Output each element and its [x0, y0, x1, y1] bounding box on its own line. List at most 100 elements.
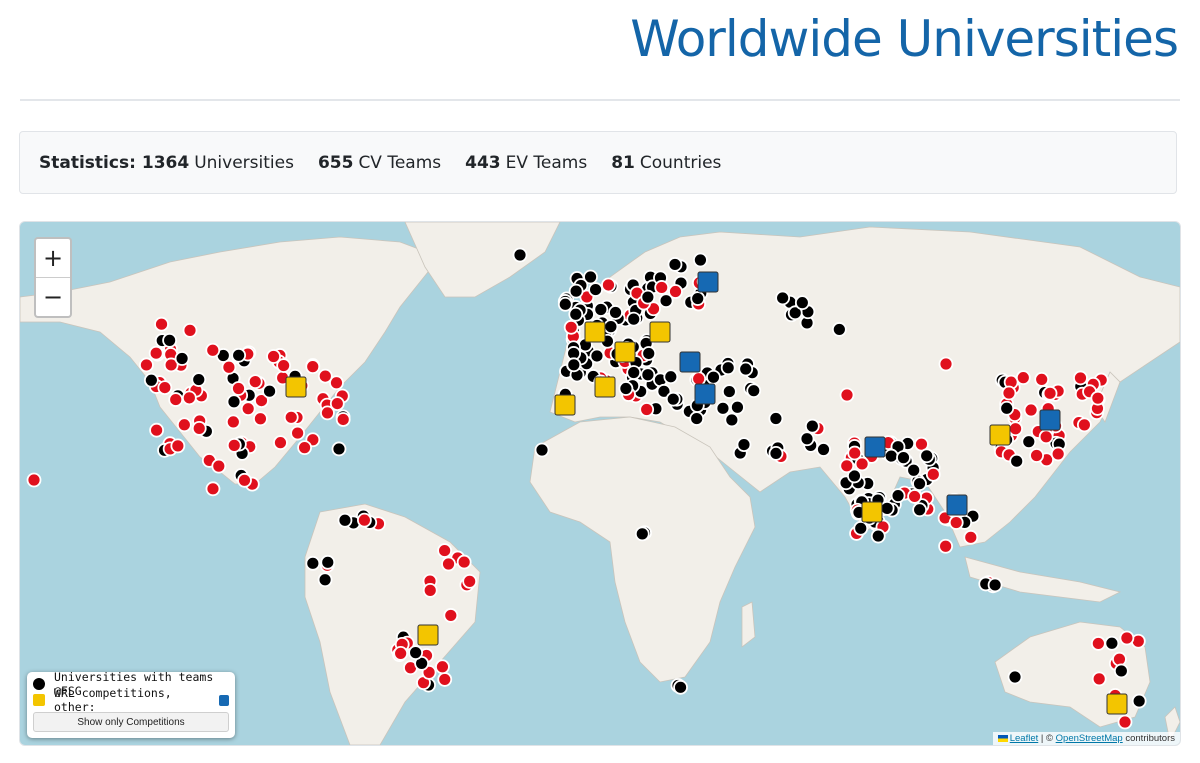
- fsg-team-marker[interactable]: [557, 296, 573, 312]
- fsg-team-marker[interactable]: [317, 572, 333, 588]
- university-marker[interactable]: [335, 412, 351, 427]
- university-marker[interactable]: [1117, 714, 1133, 730]
- fsg-team-marker[interactable]: [870, 528, 886, 544]
- world-map[interactable]: + − Universities with teams @FSG WRL com…: [19, 221, 1181, 746]
- university-marker[interactable]: [357, 512, 372, 528]
- fsg-team-marker[interactable]: [1113, 663, 1129, 679]
- university-marker[interactable]: [1090, 636, 1106, 651]
- wrl-competition-marker[interactable]: [594, 376, 616, 398]
- wrl-competition-marker[interactable]: [989, 424, 1011, 446]
- fsg-team-marker[interactable]: [603, 319, 619, 335]
- university-marker[interactable]: [154, 316, 169, 332]
- university-marker[interactable]: [317, 368, 333, 384]
- university-marker[interactable]: [26, 472, 42, 488]
- fsg-team-marker[interactable]: [512, 247, 528, 263]
- fsg-team-marker[interactable]: [879, 500, 895, 516]
- other-competition-marker[interactable]: [697, 271, 719, 293]
- fsg-team-marker[interactable]: [1021, 434, 1037, 450]
- leaflet-link[interactable]: Leaflet: [1010, 733, 1039, 744]
- wrl-competition-marker[interactable]: [554, 394, 576, 416]
- university-marker[interactable]: [1091, 671, 1107, 687]
- fsg-team-marker[interactable]: [690, 291, 706, 306]
- fsg-team-marker[interactable]: [162, 332, 178, 348]
- fsg-team-marker[interactable]: [618, 381, 634, 396]
- university-marker[interactable]: [1119, 630, 1135, 646]
- fsg-team-marker[interactable]: [720, 360, 736, 376]
- fsg-team-marker[interactable]: [143, 372, 159, 388]
- fsg-team-marker[interactable]: [641, 346, 657, 361]
- fsg-team-marker[interactable]: [226, 394, 242, 410]
- fsg-team-marker[interactable]: [593, 302, 609, 317]
- fsg-team-marker[interactable]: [919, 448, 935, 464]
- wrl-competition-marker[interactable]: [417, 624, 439, 646]
- university-marker[interactable]: [393, 646, 409, 661]
- fsg-team-marker[interactable]: [626, 365, 642, 380]
- university-marker[interactable]: [925, 466, 941, 482]
- fsg-team-marker[interactable]: [673, 679, 688, 695]
- fsg-team-marker[interactable]: [693, 252, 708, 268]
- university-marker[interactable]: [1015, 370, 1031, 386]
- university-marker[interactable]: [237, 472, 252, 488]
- fsg-team-marker[interactable]: [706, 369, 721, 385]
- fsg-team-marker[interactable]: [804, 418, 820, 434]
- zoom-in-button[interactable]: +: [36, 239, 70, 277]
- university-marker[interactable]: [437, 543, 453, 558]
- university-marker[interactable]: [456, 554, 472, 570]
- wrl-competition-marker[interactable]: [1106, 693, 1128, 715]
- university-marker[interactable]: [839, 387, 855, 403]
- university-marker[interactable]: [320, 405, 335, 421]
- university-marker[interactable]: [211, 458, 227, 474]
- university-marker[interactable]: [443, 608, 459, 623]
- other-competition-marker[interactable]: [679, 351, 701, 373]
- fsg-team-marker[interactable]: [634, 526, 650, 542]
- fsg-team-marker[interactable]: [738, 361, 754, 377]
- fsg-team-marker[interactable]: [663, 369, 679, 385]
- fsg-team-marker[interactable]: [853, 520, 869, 536]
- fsg-team-marker[interactable]: [568, 306, 584, 322]
- map-canvas[interactable]: [20, 222, 1180, 745]
- fsg-team-marker[interactable]: [799, 431, 815, 447]
- zoom-out-button[interactable]: −: [36, 277, 70, 316]
- university-marker[interactable]: [149, 422, 165, 438]
- university-marker[interactable]: [247, 374, 263, 390]
- other-competition-marker[interactable]: [694, 383, 716, 405]
- university-marker[interactable]: [854, 456, 870, 472]
- university-marker[interactable]: [1050, 446, 1066, 462]
- fsg-team-marker[interactable]: [1009, 453, 1025, 469]
- fsg-team-marker[interactable]: [987, 577, 1003, 593]
- university-marker[interactable]: [240, 401, 256, 417]
- university-marker[interactable]: [839, 458, 855, 474]
- university-marker[interactable]: [226, 437, 242, 453]
- university-marker[interactable]: [1008, 421, 1023, 437]
- university-marker[interactable]: [205, 481, 221, 497]
- university-marker[interactable]: [276, 358, 292, 373]
- university-marker[interactable]: [422, 582, 438, 598]
- fsg-team-marker[interactable]: [320, 554, 336, 570]
- fsg-team-marker[interactable]: [667, 257, 683, 272]
- fsg-team-marker[interactable]: [715, 400, 731, 416]
- university-marker[interactable]: [668, 284, 683, 299]
- fsg-team-marker[interactable]: [689, 411, 705, 426]
- other-competition-marker[interactable]: [864, 436, 886, 458]
- university-marker[interactable]: [157, 380, 173, 395]
- university-marker[interactable]: [1029, 448, 1044, 463]
- fsg-team-marker[interactable]: [588, 282, 603, 297]
- university-marker[interactable]: [283, 409, 299, 425]
- fsg-team-marker[interactable]: [831, 322, 847, 337]
- wrl-competition-marker[interactable]: [649, 321, 671, 343]
- university-marker[interactable]: [1034, 372, 1050, 387]
- fsg-team-marker[interactable]: [608, 305, 623, 320]
- university-marker[interactable]: [205, 342, 221, 358]
- fsg-team-marker[interactable]: [721, 384, 737, 399]
- fsg-team-marker[interactable]: [883, 448, 899, 464]
- fsg-team-marker[interactable]: [794, 295, 810, 311]
- university-marker[interactable]: [176, 417, 192, 433]
- university-marker[interactable]: [191, 420, 207, 436]
- fsg-team-marker[interactable]: [1131, 693, 1147, 709]
- university-marker[interactable]: [601, 277, 616, 293]
- university-marker[interactable]: [563, 319, 579, 335]
- fsg-team-marker[interactable]: [1007, 669, 1023, 685]
- fsg-team-marker[interactable]: [730, 399, 745, 415]
- university-marker[interactable]: [1038, 429, 1054, 445]
- university-marker[interactable]: [253, 411, 268, 427]
